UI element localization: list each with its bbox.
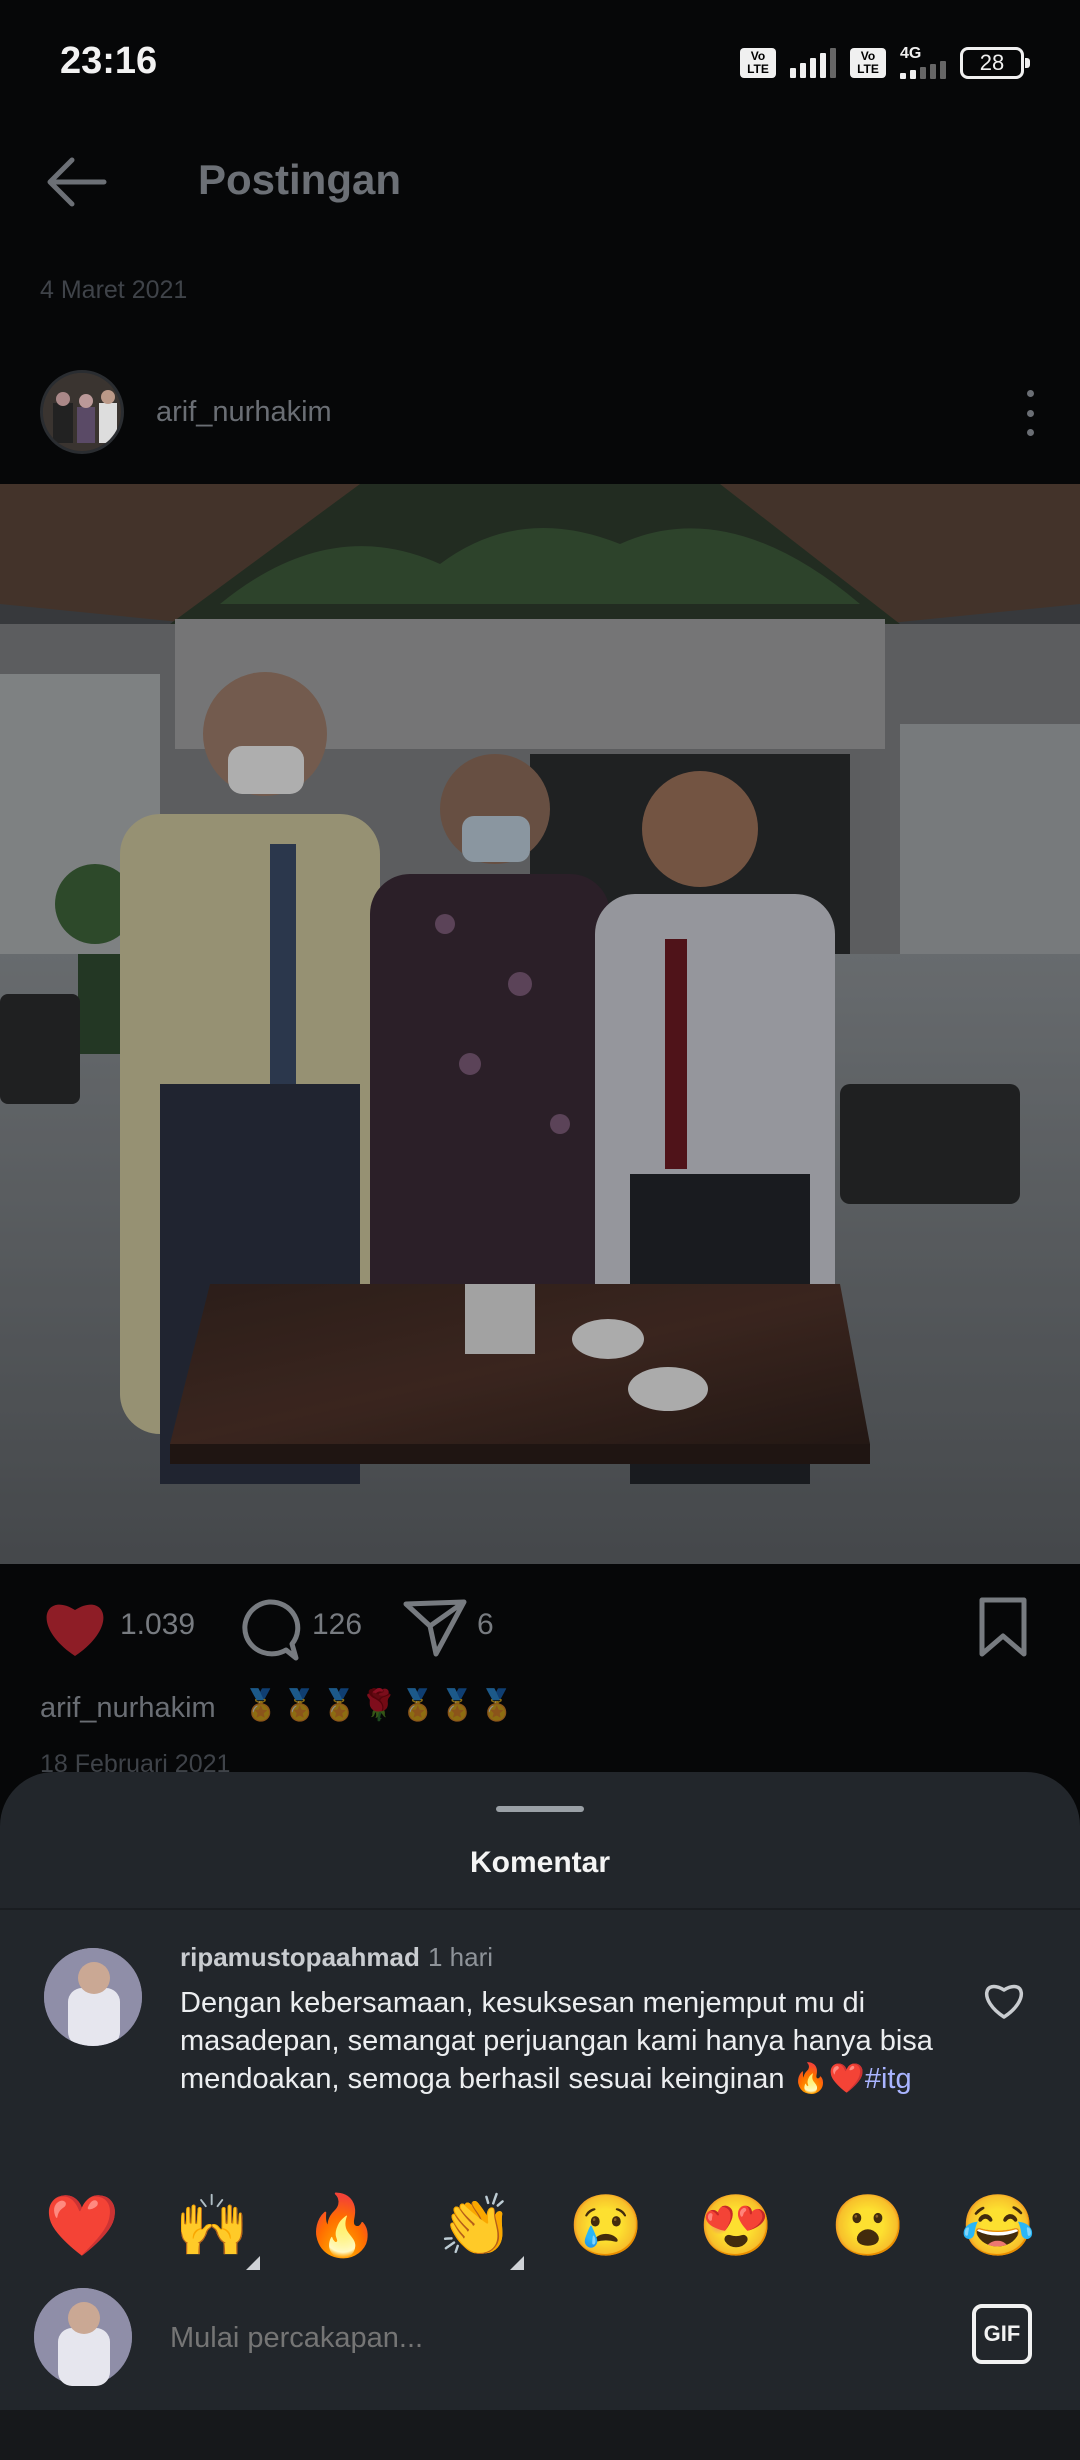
reaction-heart[interactable]: ❤️ xyxy=(42,2186,122,2266)
caption-text: 🏅🏅🏅🌹🏅🏅🏅 xyxy=(242,1689,518,1722)
reaction-fire[interactable]: 🔥 xyxy=(302,2186,382,2266)
post-date: 4 Maret 2021 xyxy=(40,276,188,304)
avatar-photo xyxy=(43,373,121,451)
current-user-avatar xyxy=(34,2288,132,2386)
back-button[interactable] xyxy=(42,152,112,212)
network-indicator: 4G xyxy=(900,45,946,79)
volte-icon: Vo LTE xyxy=(740,48,776,78)
network-type: 4G xyxy=(900,45,922,62)
reaction-raised-hands[interactable]: 🙌 xyxy=(172,2186,260,2270)
more-vertical-icon xyxy=(1026,390,1034,397)
comment-button[interactable] xyxy=(234,1594,304,1664)
send-icon xyxy=(403,1599,467,1657)
share-button[interactable] xyxy=(402,1596,468,1658)
reaction-clap[interactable]: 👏 xyxy=(436,2186,524,2270)
reaction-crying[interactable]: 😢 xyxy=(566,2186,646,2266)
like-count[interactable]: 1.039 xyxy=(120,1608,195,1642)
more-dot xyxy=(1026,409,1034,417)
arrow-left-icon xyxy=(47,157,107,207)
quick-reactions: ❤️ 🙌 🔥 👏 😢 😍 😮 😂 xyxy=(0,2186,1080,2270)
more-dot xyxy=(1026,429,1034,436)
reaction-laughing[interactable]: 😂 xyxy=(958,2186,1038,2266)
comment-count[interactable]: 126 xyxy=(312,1608,362,1642)
signal-icon-2 xyxy=(900,61,946,79)
reaction-clap-glyph: 👏 xyxy=(438,2192,514,2259)
avatar-photo xyxy=(44,1948,142,2046)
sheet-title: Komentar xyxy=(469,1846,611,1879)
bookmark-icon xyxy=(979,1597,1027,1657)
comment-body: Dengan kebersamaan, kesuksesan menjemput… xyxy=(180,1987,933,2095)
status-bar: 23:16 Vo LTE Vo LTE 4G 28 xyxy=(0,0,1080,120)
skin-tone-indicator xyxy=(510,2256,524,2270)
page-title: Postingan xyxy=(198,156,402,203)
volte-icon-2: Vo LTE xyxy=(850,48,886,78)
gif-button[interactable]: GIF xyxy=(972,2304,1032,2364)
reaction-surprised[interactable]: 😮 xyxy=(828,2186,908,2266)
comment-input[interactable] xyxy=(170,2310,870,2366)
comment-like-button[interactable] xyxy=(982,1980,1026,2020)
signal-icon xyxy=(790,48,836,78)
comment-time: 1 hari xyxy=(428,1942,494,1972)
post-author-username[interactable]: arif_nurhakim xyxy=(156,396,332,429)
heart-filled-icon xyxy=(46,1604,104,1656)
comment-text: Dengan kebersamaan, kesuksesan menjemput… xyxy=(180,1984,940,2098)
comment-icon xyxy=(242,1599,301,1661)
save-button[interactable] xyxy=(976,1596,1030,1658)
commenter-username[interactable]: ripamustopaahmad xyxy=(180,1942,420,1973)
avatar-photo xyxy=(34,2288,132,2386)
status-time: 23:16 xyxy=(60,40,158,82)
skin-tone-indicator xyxy=(246,2256,260,2270)
comment-hashtag[interactable]: #itg xyxy=(865,2063,912,2095)
reaction-heart-eyes[interactable]: 😍 xyxy=(696,2186,776,2266)
status-icons: Vo LTE Vo LTE 4G 28 xyxy=(740,45,1030,80)
caption-username[interactable]: arif_nurhakim xyxy=(40,1692,216,1725)
reaction-raised-hands-glyph: 🙌 xyxy=(174,2192,250,2259)
sheet-drag-handle[interactable] xyxy=(496,1806,584,1812)
post-actions: 1.039 126 6 xyxy=(0,1590,1080,1670)
post-photo xyxy=(0,484,1080,1564)
divider xyxy=(0,1908,1080,1910)
more-options-button[interactable] xyxy=(1020,390,1040,436)
battery-level: 28 xyxy=(979,50,1005,75)
battery-icon: 28 xyxy=(960,47,1030,79)
commenter-avatar[interactable] xyxy=(44,1948,142,2046)
post-image[interactable] xyxy=(0,484,1080,1564)
post-author-avatar[interactable] xyxy=(40,370,124,454)
system-navigation-bar xyxy=(0,2410,1080,2460)
heart-outline-icon xyxy=(984,1984,1024,2019)
like-button[interactable] xyxy=(40,1596,110,1660)
share-count[interactable]: 6 xyxy=(477,1608,494,1642)
